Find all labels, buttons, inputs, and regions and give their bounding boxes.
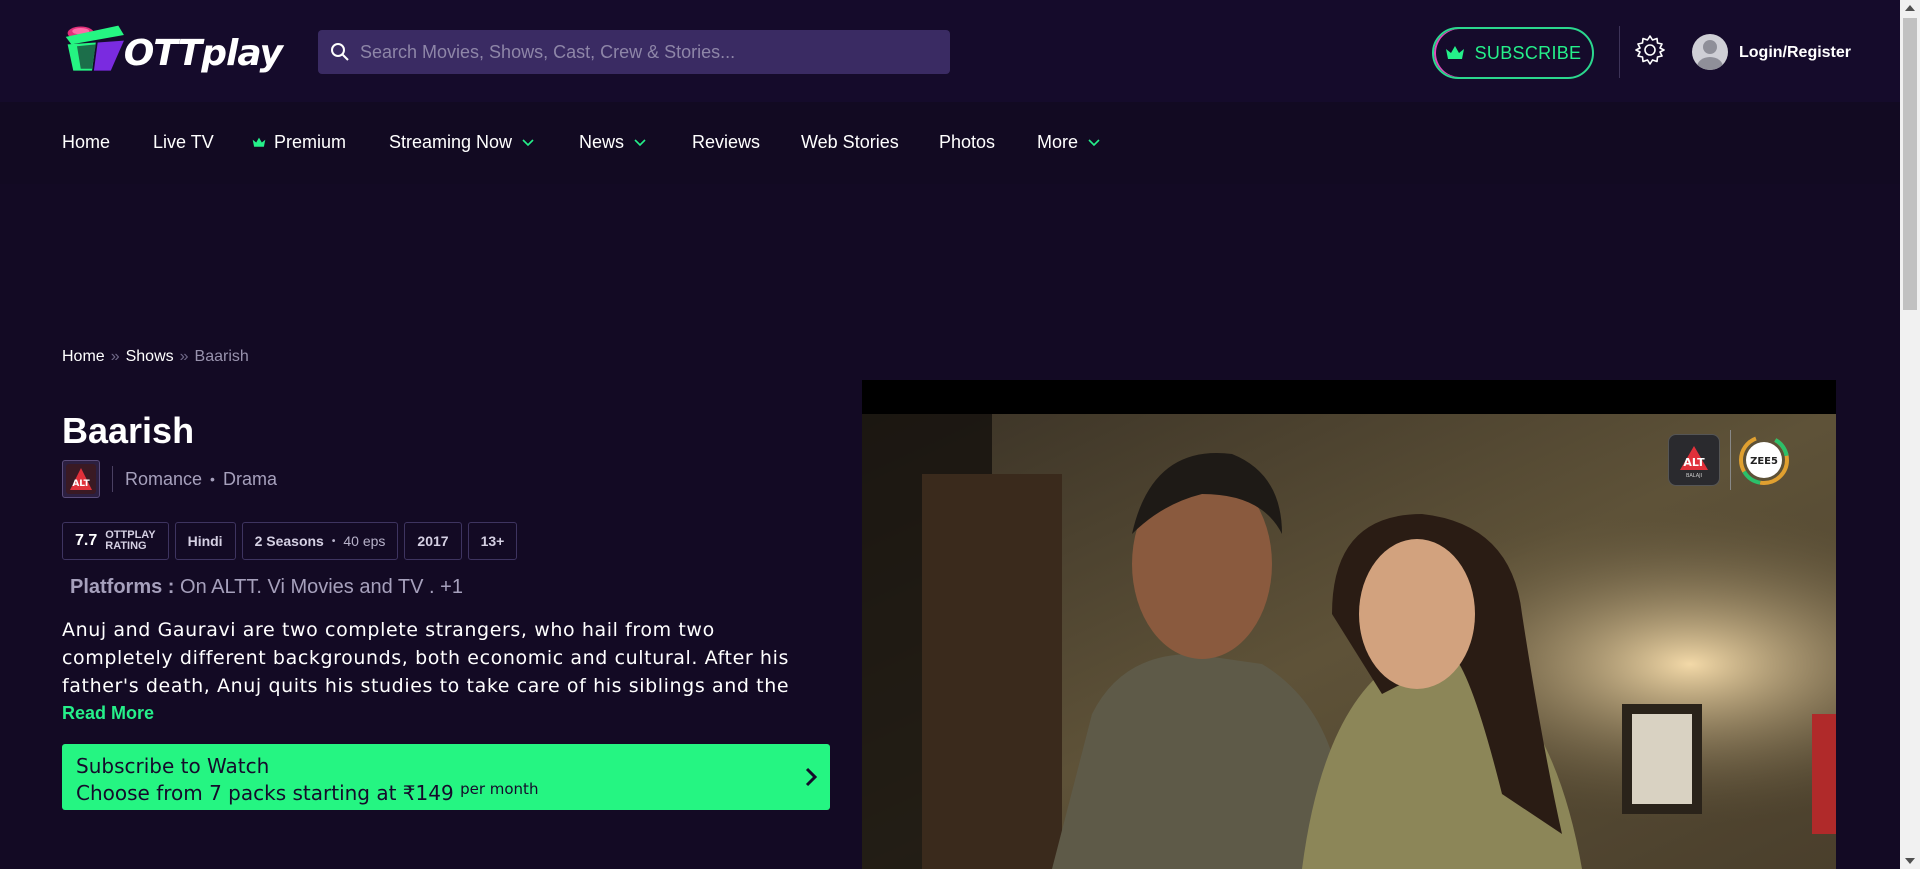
page-scrollbar[interactable]	[1900, 0, 1920, 869]
cta-subtitle: Choose from 7 packs starting at ₹149 per…	[76, 780, 816, 805]
nav-item-reviews[interactable]: Reviews	[692, 132, 760, 153]
chevron-down-icon	[634, 138, 646, 146]
nav-label: Photos	[939, 132, 996, 152]
genre-romance: Romance	[125, 468, 203, 489]
genre-row: ALT Romance • Drama	[62, 460, 277, 498]
badge-balaji-text: BALAJI	[1686, 473, 1702, 479]
crown-icon	[1445, 46, 1464, 59]
genre-drama: Drama	[222, 468, 277, 489]
subscribe-label: SUBSCRIBE	[1474, 42, 1582, 63]
nav-label: Home	[62, 132, 111, 152]
logo-text: OTTplay	[123, 32, 283, 74]
nav-item-premium[interactable]: Premium	[252, 132, 346, 153]
meta-chips: 7.7 OTTPLAY RATING Hindi 2 Seasons • 40 …	[62, 522, 523, 560]
page-title: Baarish	[62, 410, 195, 451]
seasons-chip: 2 Seasons • 40 eps	[241, 522, 399, 560]
cta-price-text: Choose from 7 packs starting at ₹149	[76, 781, 454, 805]
nav-label: News	[579, 132, 625, 152]
episodes-value: 40 eps	[343, 533, 386, 549]
nav-label: Premium	[274, 132, 347, 152]
chevron-right-icon	[805, 767, 818, 787]
read-more-link[interactable]: Read More	[62, 703, 154, 724]
scrollbar-thumb[interactable]	[1903, 18, 1917, 310]
avatar[interactable]	[1692, 34, 1728, 70]
platforms-value: On ALTT. Vi Movies and TV . +1	[180, 576, 463, 598]
seasons-dot: •	[331, 535, 336, 547]
breadcrumb-shows[interactable]: Shows	[126, 348, 174, 366]
nav-label: More	[1037, 132, 1079, 152]
age-rating-chip: 13+	[467, 522, 518, 560]
top-header: OTTplay SUBSCRIBE Login/Register	[0, 0, 1900, 102]
breadcrumb: Home » Shows » Baarish	[62, 348, 249, 366]
nav-item-more[interactable]: More	[1037, 132, 1100, 153]
year-value: 2017	[417, 533, 449, 549]
rating-label: OTTPLAY RATING	[105, 530, 155, 552]
altbalaji-badge: ALT BALAJI	[1668, 434, 1720, 486]
nav-item-photos[interactable]: Photos	[939, 132, 995, 153]
zee5-logo-icon: ZEE5	[1739, 435, 1789, 485]
altbalaji-logo-icon: ALT BALAJI	[1680, 446, 1708, 479]
search-input[interactable]	[360, 41, 940, 63]
crown-icon	[252, 137, 266, 147]
provider-logo-text: ALT	[72, 479, 90, 489]
nav-label: Web Stories	[801, 132, 899, 152]
breadcrumb-home[interactable]: Home	[62, 348, 105, 366]
altbalaji-logo-icon: ALT	[66, 464, 96, 494]
gear-icon[interactable]	[1634, 34, 1666, 66]
genre-dot: •	[210, 471, 215, 487]
platforms-label: Platforms :	[70, 576, 175, 598]
nav-item-streaming-now[interactable]: Streaming Now	[389, 132, 534, 153]
nav-item-live-tv[interactable]: Live TV	[153, 132, 214, 153]
main-nav: Home Live TV Premium Streaming Now News …	[0, 102, 1900, 184]
cta-per-month: per month	[460, 780, 539, 798]
rating-chip: 7.7 OTTPLAY RATING	[62, 522, 169, 560]
breadcrumb-separator: »	[110, 348, 120, 365]
ottplay-logo[interactable]: OTTplay	[62, 22, 283, 78]
login-register-link[interactable]: Login/Register	[1739, 44, 1851, 62]
subscribe-button[interactable]: SUBSCRIBE	[1432, 27, 1594, 79]
nav-item-web-stories[interactable]: Web Stories	[801, 132, 899, 153]
rating-value: 7.7	[75, 532, 98, 549]
search-bar[interactable]	[318, 30, 950, 74]
badge-alt-text: ALT	[1683, 456, 1705, 469]
genre-divider	[112, 466, 113, 492]
platforms-line: Platforms : On ALTT. Vi Movies and TV . …	[70, 576, 463, 599]
language-value: Hindi	[187, 533, 223, 549]
user-icon	[1697, 40, 1723, 70]
search-icon	[331, 43, 349, 61]
rating-label-line2: RATING	[105, 540, 147, 552]
breadcrumb-separator: »	[179, 348, 189, 365]
nav-item-news[interactable]: News	[579, 132, 646, 153]
age-rating-value: 13+	[480, 533, 505, 549]
nav-item-home[interactable]: Home	[62, 132, 110, 153]
logo-mark-icon	[65, 25, 124, 71]
language-chip: Hindi	[174, 522, 236, 560]
year-chip: 2017	[404, 522, 462, 560]
seasons-value: 2 Seasons	[254, 533, 324, 549]
breadcrumb-current: Baarish	[194, 348, 249, 365]
chevron-down-icon	[1088, 138, 1100, 146]
badge-separator	[1730, 430, 1731, 490]
scroll-up-arrow-icon[interactable]	[1905, 5, 1915, 11]
video-player[interactable]: ALT BALAJI ZEE5	[862, 380, 1836, 869]
subscribe-to-watch-button[interactable]: Subscribe to Watch Choose from 7 packs s…	[62, 744, 830, 810]
nav-label: Streaming Now	[389, 132, 513, 152]
badge-zee-text: ZEE5	[1750, 456, 1778, 467]
chevron-down-icon	[522, 138, 534, 146]
synopsis-text: Anuj and Gauravi are two complete strang…	[62, 619, 790, 697]
scroll-down-arrow-icon[interactable]	[1905, 858, 1915, 864]
nav-label: Reviews	[692, 132, 761, 152]
header-divider	[1619, 26, 1620, 78]
provider-logo[interactable]: ALT	[62, 460, 100, 498]
cta-title: Subscribe to Watch	[76, 754, 270, 778]
nav-label: Live TV	[153, 132, 214, 152]
